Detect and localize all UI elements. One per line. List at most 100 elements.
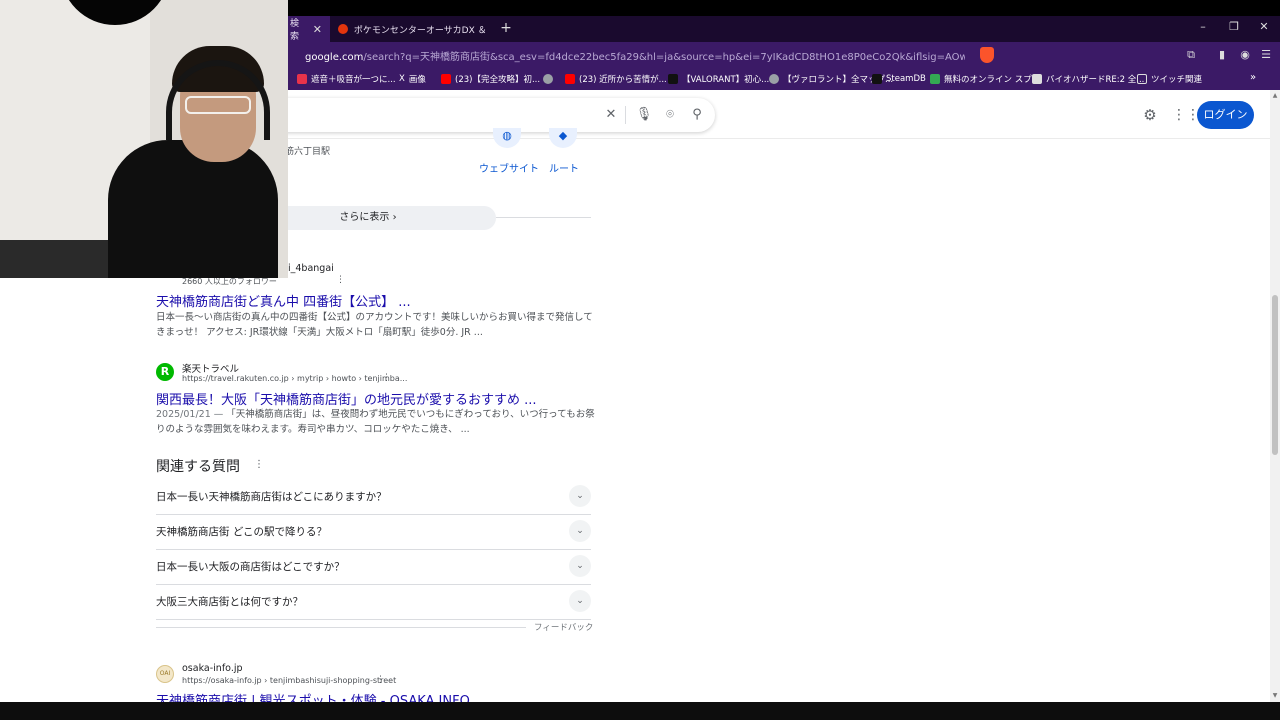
bookmark-item[interactable]: X 画像: [399, 72, 426, 86]
bookmark-item[interactable]: バイオハザードRE:2 全...: [1032, 72, 1144, 86]
globe-icon: [543, 74, 553, 84]
bookmark-favicon-icon: [297, 74, 307, 84]
webcam-person-body: [108, 140, 278, 278]
x-logo-icon: X: [399, 74, 405, 84]
bookmark-label: 【VALORANT】初心...: [682, 75, 770, 85]
route-label[interactable]: ルート: [549, 160, 579, 175]
result-site-name: i_4bangai: [288, 263, 334, 274]
scroll-thumb[interactable]: [1272, 295, 1278, 455]
paa-question[interactable]: 大阪三大商店街とは何ですか？ ⌄: [156, 585, 591, 620]
station-text: 筋六丁目駅: [285, 147, 331, 157]
sidebar-icon[interactable]: ▮: [1215, 48, 1229, 62]
result-url[interactable]: https://travel.rakuten.co.jp › mytrip › …: [182, 374, 407, 383]
bookmark-item[interactable]: 無料のオンライン スプ...: [930, 72, 1040, 86]
chevron-down-icon[interactable]: ⌄: [569, 485, 591, 507]
result-site-name: 楽天トラベル: [182, 364, 240, 375]
people-also-ask-title: 関連する質問: [156, 459, 240, 475]
globe-icon: ◍: [493, 128, 521, 148]
window-close-icon[interactable]: ✕: [1254, 20, 1274, 33]
search-icon[interactable]: ⚲: [688, 106, 706, 124]
show-more-label: さらに表示: [339, 212, 390, 223]
taskbar-strip: [0, 702, 1280, 720]
tab-label: ポケモンセンターオーサカDX ＆ ポケモンカ: [353, 25, 487, 36]
glasses-icon: [185, 96, 251, 114]
gear-icon[interactable]: ⚙: [1141, 106, 1159, 124]
search-box[interactable]: ✕ 🎙 ⌾ ⚲: [260, 98, 715, 132]
brave-shield-icon[interactable]: [980, 47, 994, 63]
chevron-down-icon[interactable]: ⌄: [569, 520, 591, 542]
more-options-icon[interactable]: ⋮: [376, 675, 385, 685]
more-options-icon[interactable]: ⋮: [254, 459, 264, 470]
microphone-icon[interactable]: 🎙: [635, 106, 653, 124]
bookmark-favicon-icon: [930, 74, 940, 84]
result-site-name: osaka-info.jp: [182, 663, 243, 674]
paa-question-text: 日本一長い大阪の商店街はどこですか？: [156, 561, 345, 573]
bookmark-label: (23)【完全攻略】初...: [455, 75, 541, 85]
bookmark-item[interactable]: [543, 72, 557, 86]
bookmark-favicon-icon: [1032, 74, 1042, 84]
result-date: 2025/01/21 —: [156, 409, 224, 420]
menu-icon[interactable]: ☰: [1259, 48, 1273, 62]
paa-question-text: 大阪三大商店街とは何ですか？: [156, 596, 303, 608]
more-options-icon[interactable]: ⋮: [336, 275, 345, 285]
login-button[interactable]: ログイン: [1197, 101, 1254, 129]
scroll-up-icon[interactable]: ▲: [1271, 92, 1279, 99]
restore-icon[interactable]: ❐: [1224, 20, 1244, 33]
chevron-down-icon[interactable]: ⌄: [569, 555, 591, 577]
more-options-icon[interactable]: ⋮: [382, 373, 391, 383]
folder-icon: [1137, 74, 1147, 84]
website-button[interactable]: ◍: [493, 128, 521, 148]
bookmark-item[interactable]: (23) 近所から苦情が...: [565, 72, 667, 86]
bookmark-favicon-icon: [668, 74, 678, 84]
webcam-desk: [0, 240, 110, 278]
tab-pokemon-center[interactable]: ポケモンセンターオーサカDX ＆ ポケモンカ: [330, 16, 495, 42]
lens-icon[interactable]: ⌾: [661, 106, 679, 124]
bookmark-folder[interactable]: ツイッチ関連: [1137, 72, 1202, 86]
bookmark-item[interactable]: SteamDB: [872, 72, 926, 86]
bookmark-label: バイオハザードRE:2 全...: [1046, 75, 1145, 85]
youtube-icon: [441, 74, 451, 84]
minimize-icon[interactable]: –: [1193, 20, 1213, 33]
divider: [496, 217, 591, 218]
website-label[interactable]: ウェブサイト: [479, 160, 539, 175]
url-field[interactable]: google.com/search?q=天神橋筋商店街&sca_esv=fd4d…: [305, 48, 965, 63]
divider: [156, 627, 526, 628]
route-button[interactable]: ◆: [549, 128, 577, 148]
bookmark-item[interactable]: 【VALORANT】初心...: [668, 72, 769, 86]
private-window-icon[interactable]: ◉: [1238, 48, 1252, 62]
bookmark-favicon-icon: [769, 74, 779, 84]
new-tab-icon[interactable]: +: [498, 20, 514, 36]
bookmark-label: 画像: [408, 75, 426, 85]
clear-icon[interactable]: ✕: [602, 106, 620, 124]
youtube-icon: [565, 74, 575, 84]
url-host: google.com: [305, 52, 364, 63]
bookmark-label: SteamDB: [886, 74, 926, 84]
chevron-right-icon[interactable]: »: [1250, 72, 1256, 83]
result-url[interactable]: https://osaka-info.jp › tenjimbashisuji-…: [182, 676, 396, 685]
result-title-link[interactable]: 関西最長！大阪「天神橋筋商店街」の地元民が愛するおすすめ ...: [156, 389, 537, 408]
result-snippet: 日本一長〜い商店街の真ん中の四番街【公式】のアカウントです！美味しいからお買い得…: [156, 312, 593, 338]
paa-question-text: 日本一長い天神橋筋商店街はどこにありますか？: [156, 491, 387, 503]
bookmark-item[interactable]: 遮音＋吸音が一つに...: [297, 72, 396, 86]
apps-grid-icon[interactable]: ⋮⋮: [1172, 106, 1200, 124]
close-icon[interactable]: ✕: [313, 23, 322, 36]
bookmark-item[interactable]: (23)【完全攻略】初...: [441, 72, 540, 86]
chevron-down-icon[interactable]: ⌄: [569, 590, 591, 612]
bookmark-label: 無料のオンライン スプ...: [944, 75, 1040, 85]
osaka-info-favicon-icon: OAI: [156, 665, 174, 683]
result-snippet: 2025/01/21 — 「天神橋筋商店街」は、昼夜問わず地元民でいつもにぎわっ…: [156, 407, 596, 437]
result-title-link[interactable]: 天神橋筋商店街 | 観光スポット・体験 - OSAKA INFO: [156, 690, 470, 702]
paa-question[interactable]: 日本一長い天神橋筋商店街はどこにありますか？ ⌄: [156, 480, 591, 515]
chevron-right-icon: ›: [392, 212, 397, 223]
paa-question[interactable]: 日本一長い大阪の商店街はどこですか？ ⌄: [156, 550, 591, 585]
steamdb-icon: [872, 74, 882, 84]
result-title-link[interactable]: 天神橋筋商店街ど真ん中 四番街【公式】 ...: [156, 291, 411, 310]
directions-icon: ◆: [549, 128, 577, 148]
pokeball-icon: [338, 24, 348, 34]
scroll-down-icon[interactable]: ▼: [1271, 692, 1279, 699]
tab-search-icon[interactable]: ⧉: [1184, 48, 1198, 62]
feedback-link[interactable]: フィードバック: [534, 621, 593, 633]
page-scrollbar[interactable]: ▲ ▼: [1270, 90, 1280, 702]
paa-question[interactable]: 天神橋筋商店街 どこの駅で降りる？ ⌄: [156, 515, 591, 550]
tab-google-search[interactable]: 検索 ✕: [282, 16, 330, 42]
